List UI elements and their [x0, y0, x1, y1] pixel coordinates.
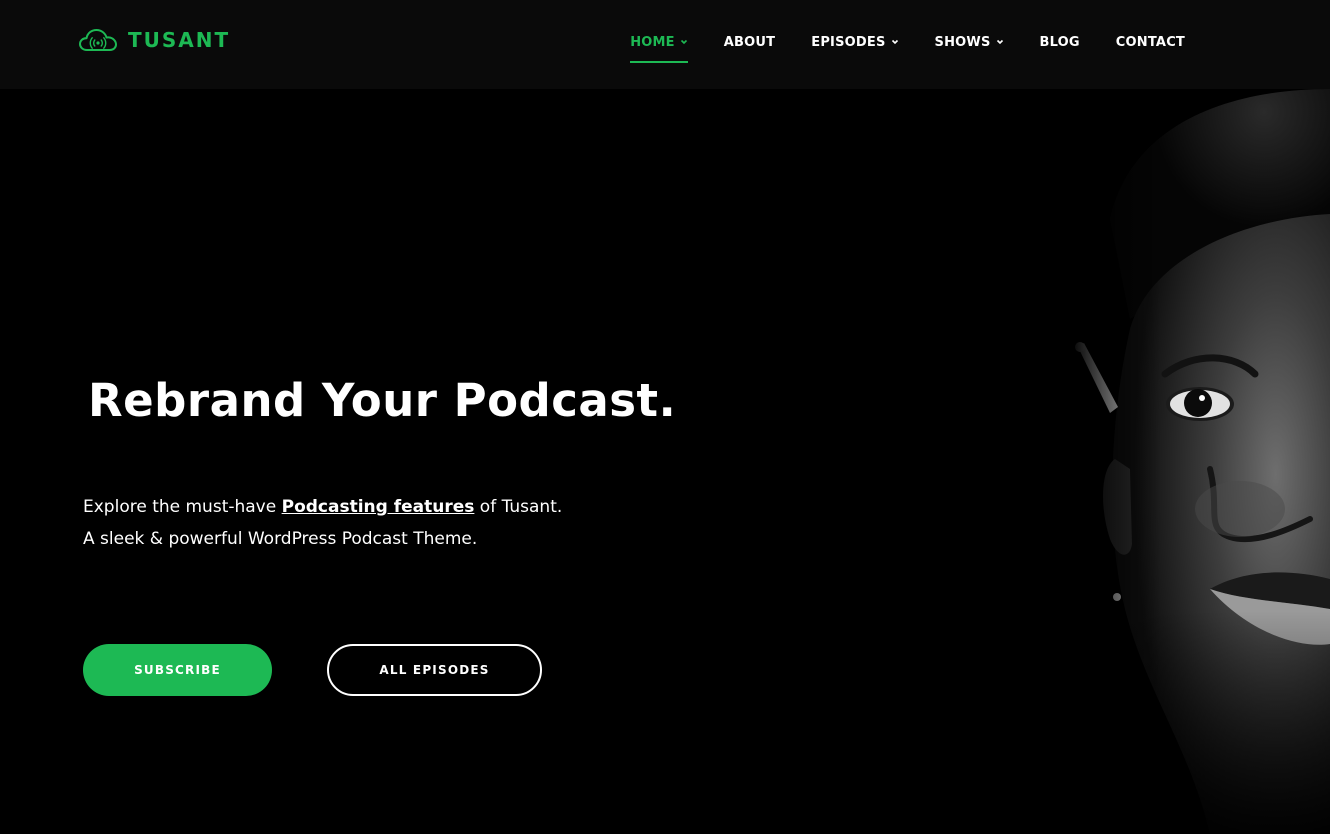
nav-item-episodes[interactable]: EPISODES — [811, 35, 898, 50]
site-header: TUSANT HOME ABOUT EPISODES SHOWS BLOG CO… — [0, 0, 1330, 89]
page: TUSANT HOME ABOUT EPISODES SHOWS BLOG CO… — [0, 0, 1330, 834]
nav-item-label: BLOG — [1039, 34, 1080, 50]
hero-desc-suffix: of Tusant. — [474, 497, 563, 517]
podcasting-features-link[interactable]: Podcasting features — [282, 497, 475, 517]
cloud-broadcast-icon — [78, 24, 118, 56]
nav-item-shows[interactable]: SHOWS — [935, 35, 1004, 50]
hero-desc-line-2: A sleek & powerful WordPress Podcast The… — [83, 529, 478, 549]
brand-name: TUSANT — [128, 28, 231, 52]
nav-item-about[interactable]: ABOUT — [724, 35, 775, 50]
hero-desc-prefix: Explore the must-have — [83, 497, 282, 517]
hero-title: Rebrand Your Podcast. — [88, 374, 677, 427]
chevron-down-icon — [680, 39, 687, 45]
nav-item-contact[interactable]: CONTACT — [1116, 35, 1185, 50]
nav-item-label: ABOUT — [723, 34, 776, 50]
chevron-down-icon — [891, 39, 898, 45]
site-logo[interactable]: TUSANT — [78, 24, 230, 56]
chevron-down-icon — [996, 39, 1003, 45]
hero-portrait-image — [1070, 89, 1330, 834]
main-nav: HOME ABOUT EPISODES SHOWS BLOG CONTACT — [630, 0, 1185, 84]
nav-item-blog[interactable]: BLOG — [1040, 35, 1080, 50]
nav-item-label: CONTACT — [1115, 34, 1185, 50]
nav-item-label: SHOWS — [934, 34, 991, 50]
all-episodes-button[interactable]: ALL EPISODES — [327, 644, 542, 696]
active-underline — [630, 60, 688, 63]
hero-desc-line-1: Explore the must-have Podcasting feature… — [83, 491, 562, 523]
subscribe-button[interactable]: SUBSCRIBE — [83, 644, 272, 696]
hero-description: Explore the must-have Podcasting feature… — [83, 491, 562, 555]
nav-item-label: EPISODES — [811, 34, 886, 50]
nav-item-label: HOME — [630, 34, 675, 50]
nav-item-home[interactable]: HOME — [630, 34, 688, 63]
